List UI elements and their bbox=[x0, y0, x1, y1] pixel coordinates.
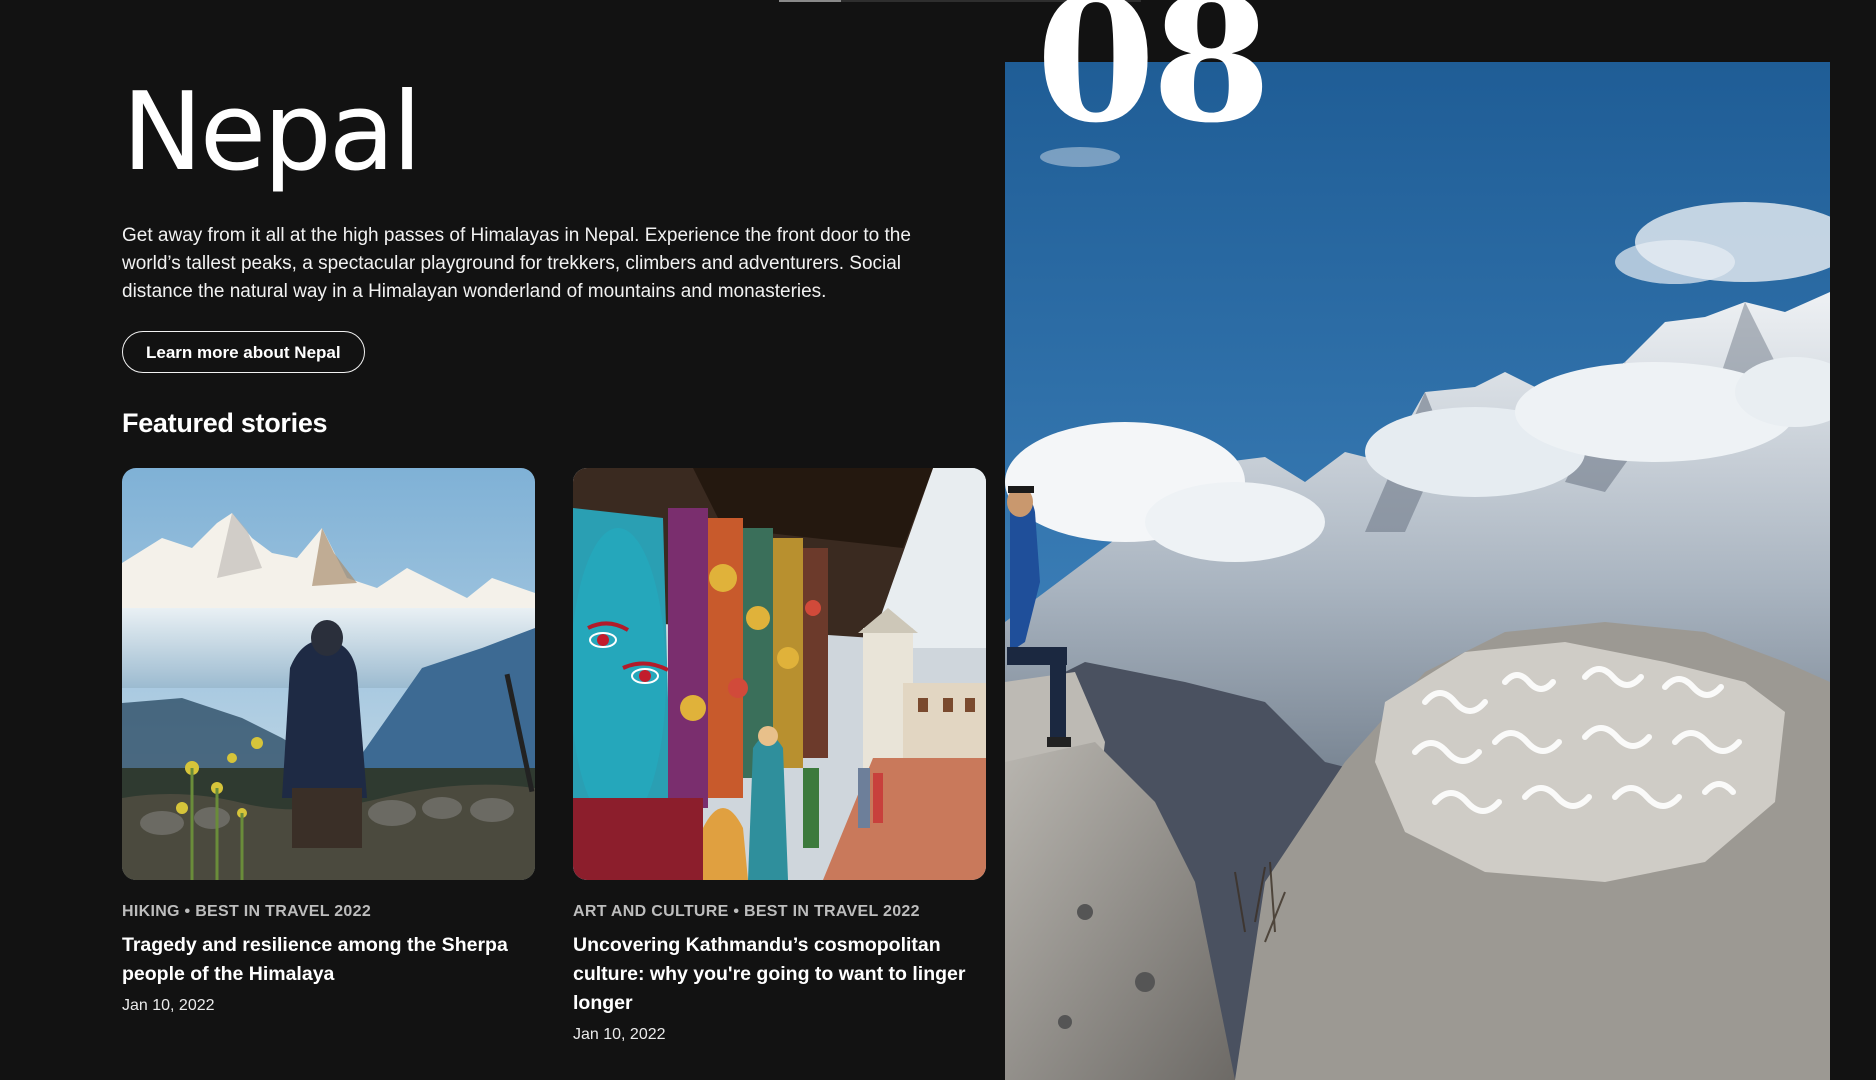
story-card[interactable]: ART AND CULTURE • BEST IN TRAVEL 2022 Un… bbox=[573, 468, 986, 1044]
sherpa-mountains-photo[interactable] bbox=[122, 468, 535, 880]
story-date: Jan 10, 2022 bbox=[573, 1026, 666, 1043]
destination-rank-number: 08 bbox=[1036, 0, 1271, 161]
destination-description: Get away from it all at the high passes … bbox=[122, 225, 911, 302]
featured-stories-heading: Featured stories bbox=[122, 408, 328, 438]
story-title-link[interactable]: Uncovering Kathmandu’s cosmopolitan cult… bbox=[573, 931, 973, 1018]
learn-more-button[interactable]: Learn more about Nepal bbox=[122, 331, 365, 373]
story-date: Jan 10, 2022 bbox=[122, 997, 215, 1014]
page: Nepal Get away from it all at the high p… bbox=[0, 0, 1876, 1080]
slide-progress-fill bbox=[779, 0, 841, 2]
destination-title: Nepal bbox=[122, 70, 422, 195]
story-category: ART AND CULTURE • BEST IN TRAVEL 2022 bbox=[573, 903, 920, 920]
mountain-trekker-photo bbox=[1005, 62, 1830, 1080]
story-card[interactable]: HIKING • BEST IN TRAVEL 2022 Tragedy and… bbox=[122, 468, 535, 1015]
kathmandu-market-photo[interactable] bbox=[573, 468, 986, 880]
story-category: HIKING • BEST IN TRAVEL 2022 bbox=[122, 903, 372, 920]
story-title-link[interactable]: Tragedy and resilience among the Sherpa … bbox=[122, 931, 522, 989]
